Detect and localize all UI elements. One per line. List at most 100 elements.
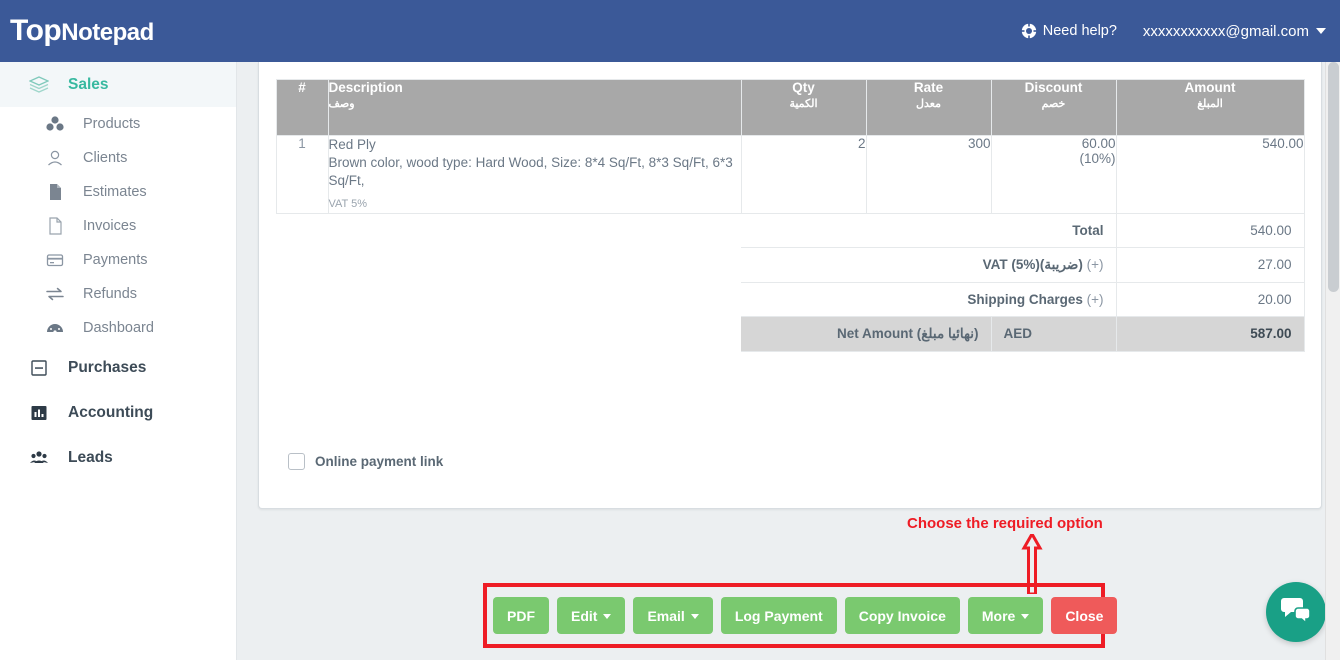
main-content-area: # Description وصف Qty الكمية Rate معدل D… (237, 62, 1340, 660)
column-header-number: # (275, 79, 329, 136)
cell-discount: 60.00 (10%) (990, 135, 1117, 214)
sidebar-item-label: Invoices (83, 218, 137, 234)
net-amount-currency: AED (990, 316, 1117, 352)
summary-label: Shipping Charges (+) (741, 282, 1117, 317)
sidebar-item-label: Estimates (83, 184, 147, 200)
item-title: Red Ply (328, 137, 376, 152)
summary-row-total: Total 540.00 (276, 213, 1305, 248)
bar-chart-icon (28, 404, 50, 422)
log-payment-button[interactable]: Log Payment (720, 597, 837, 634)
logo-top-text: Top (10, 14, 62, 47)
invoice-card: # Description وصف Qty الكمية Rate معدل D… (258, 62, 1322, 509)
sidebar-item-label: Refunds (83, 286, 138, 302)
sidebar-item-refunds[interactable]: Refunds (0, 277, 236, 311)
online-payment-link-row[interactable]: Online payment link (288, 453, 443, 470)
chevron-down-icon (1316, 28, 1326, 34)
need-help-link[interactable]: Need help? (1021, 23, 1117, 39)
invoice-table-head: # Description وصف Qty الكمية Rate معدل D… (275, 79, 1305, 136)
app-logo[interactable]: TopNotepad (10, 14, 154, 48)
header-right-group: Need help? xxxxxxxxxxx@gmail.com (1021, 23, 1326, 40)
edit-button[interactable]: Edit (557, 597, 626, 634)
shipping-sign: (+) (1086, 292, 1104, 307)
sidebar-group-label: Sales (68, 75, 109, 93)
user-icon (44, 149, 66, 167)
table-header-row: # Description وصف Qty الكمية Rate معدل D… (275, 79, 1305, 136)
summary-spacer (276, 316, 741, 352)
sidebar-item-products[interactable]: Products (0, 107, 236, 141)
layers-icon (28, 75, 50, 94)
summary-label: Total (741, 213, 1117, 248)
minus-square-icon (28, 359, 50, 377)
sidebar-group-purchases[interactable]: Purchases (0, 345, 236, 390)
sidebar-group-leads[interactable]: Leads (0, 435, 236, 480)
pdf-button[interactable]: PDF (493, 597, 549, 634)
invoice-table-body: 1 Red Ply Brown color, wood type: Hard W… (275, 135, 1305, 352)
copy-invoice-button[interactable]: Copy Invoice (844, 597, 960, 634)
email-button[interactable]: Email (633, 597, 713, 634)
sidebar-item-label: Products (83, 116, 141, 132)
summary-label: VAT (5%)(ضريبة) (+) (741, 247, 1117, 283)
sidebar-group-sales[interactable]: Sales (0, 62, 236, 107)
chat-bubbles-icon (1281, 596, 1311, 629)
page-scrollbar[interactable] (1325, 62, 1340, 660)
scrollbar-thumb[interactable] (1328, 62, 1339, 292)
dashboard-icon (44, 319, 66, 337)
cell-description: Red Ply Brown color, wood type: Hard Woo… (327, 135, 742, 214)
sidebar-item-invoices[interactable]: Invoices (0, 209, 236, 243)
chevron-down-icon (603, 614, 612, 619)
vat-sign: (+) (1086, 257, 1104, 272)
summary-value: 27.00 (1115, 247, 1305, 283)
credit-card-icon (44, 251, 66, 269)
invoice-items-table: # Description وصف Qty الكمية Rate معدل D… (275, 79, 1305, 352)
table-row: 1 Red Ply Brown color, wood type: Hard W… (275, 135, 1305, 214)
left-sidebar: Sales Products Clients Estimates Invoice… (0, 62, 237, 660)
annotation-text: Choose the required option (907, 515, 1103, 532)
sidebar-group-label: Leads (68, 448, 113, 466)
life-ring-icon (1021, 23, 1037, 39)
sidebar-item-label: Payments (83, 252, 148, 268)
sidebar-item-dashboard[interactable]: Dashboard (0, 311, 236, 345)
discount-amount: 60.00 (1081, 136, 1116, 151)
summary-row-net-amount: Net Amount (نهائيا مبلغ) AED 587.00 (276, 316, 1305, 352)
summary-value: 540.00 (1115, 213, 1305, 248)
sidebar-item-estimates[interactable]: Estimates (0, 175, 236, 209)
vat-label-text: VAT (5%)(ضريبة) (982, 257, 1083, 272)
net-amount-value: 587.00 (1115, 316, 1305, 352)
online-payment-checkbox[interactable] (288, 453, 305, 470)
invoice-action-buttons: PDF Edit Email Log Payment Copy Invoice … (493, 597, 1118, 634)
sidebar-item-payments[interactable]: Payments (0, 243, 236, 277)
chat-widget-button[interactable] (1266, 582, 1326, 642)
cell-rate: 300 (865, 135, 992, 214)
logo-notepad-text: Notepad (61, 19, 154, 46)
close-button[interactable]: Close (1051, 597, 1118, 634)
file-outline-icon (44, 217, 66, 235)
item-vat-note: VAT 5% (328, 198, 368, 210)
user-account-menu[interactable]: xxxxxxxxxxx@gmail.com (1143, 23, 1326, 40)
more-button[interactable]: More (967, 597, 1044, 634)
online-payment-label: Online payment link (315, 454, 444, 469)
cell-qty: 2 (740, 135, 867, 214)
summary-row-vat: VAT (5%)(ضريبة) (+) 27.00 (276, 247, 1305, 283)
chevron-down-icon (690, 614, 699, 619)
summary-spacer (276, 248, 741, 283)
file-filled-icon (44, 183, 66, 201)
net-amount-label: Net Amount (نهائيا مبلغ) (741, 316, 992, 352)
sidebar-item-label: Dashboard (83, 320, 154, 336)
column-header-qty: Qty الكمية (740, 79, 867, 136)
summary-spacer (276, 283, 741, 317)
sidebar-item-clients[interactable]: Clients (0, 141, 236, 175)
summary-spacer (276, 214, 741, 248)
column-header-description: Description وصف (327, 79, 742, 136)
discount-percent: (10%) (1079, 151, 1116, 166)
user-email-label: xxxxxxxxxxx@gmail.com (1142, 22, 1309, 40)
sidebar-group-accounting[interactable]: Accounting (0, 390, 236, 435)
column-header-rate: Rate معدل (865, 79, 992, 136)
shipping-label-text: Shipping Charges (967, 292, 1083, 307)
cell-amount: 540.00 (1115, 135, 1305, 214)
sidebar-group-label: Accounting (68, 403, 154, 421)
sidebar-group-label: Purchases (68, 358, 147, 376)
cubes-icon (44, 115, 66, 133)
people-icon (28, 449, 50, 467)
cell-row-number: 1 (275, 135, 329, 214)
column-header-amount: Amount المبلغ (1115, 79, 1305, 136)
